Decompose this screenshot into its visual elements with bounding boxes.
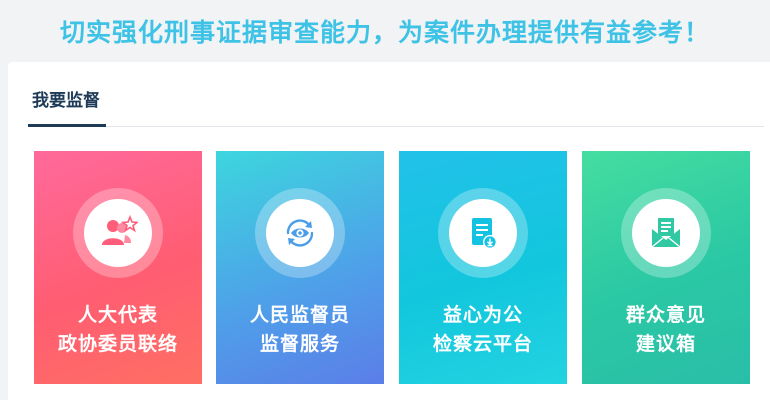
eye-refresh-icon [286,219,314,247]
section-header: 我要监督 [28,82,764,127]
document-download-icon [472,218,497,249]
section-title-tab[interactable]: 我要监督 [28,82,106,127]
card-label: 人大代表 政协委员联络 [57,304,178,355]
people-star-icon [102,214,138,245]
banner-slogan: 切实强化刑事证据审查能力，为案件办理提供有益参考！ [59,18,710,47]
icon-badge [438,188,528,278]
card-label: 群众意见 建议箱 [625,304,706,355]
card-npc-cppcc-liaison[interactable]: 人大代表 政协委员联络 [34,151,202,384]
mailbox-icon [651,218,681,248]
card-label: 益心为公 检察云平台 [432,304,533,355]
supervision-panel: 我要监督 人大代表 政协委员联络 人民监督员 监督服务 益心为公 检察云平台 群… [8,62,770,400]
card-public-interest-cloud[interactable]: 益心为公 检察云平台 [399,151,567,384]
service-cards: 人大代表 政协委员联络 人民监督员 监督服务 益心为公 检察云平台 群众意见 建… [34,151,764,384]
card-people-supervisor-service[interactable]: 人民监督员 监督服务 [216,151,384,384]
icon-badge [255,188,345,278]
top-banner: 切实强化刑事证据审查能力，为案件办理提供有益参考！ [0,0,770,62]
card-public-suggestion-box[interactable]: 群众意见 建议箱 [582,151,750,384]
icon-badge [621,188,711,278]
card-label: 人民监督员 监督服务 [249,304,350,355]
icon-badge [73,188,163,278]
